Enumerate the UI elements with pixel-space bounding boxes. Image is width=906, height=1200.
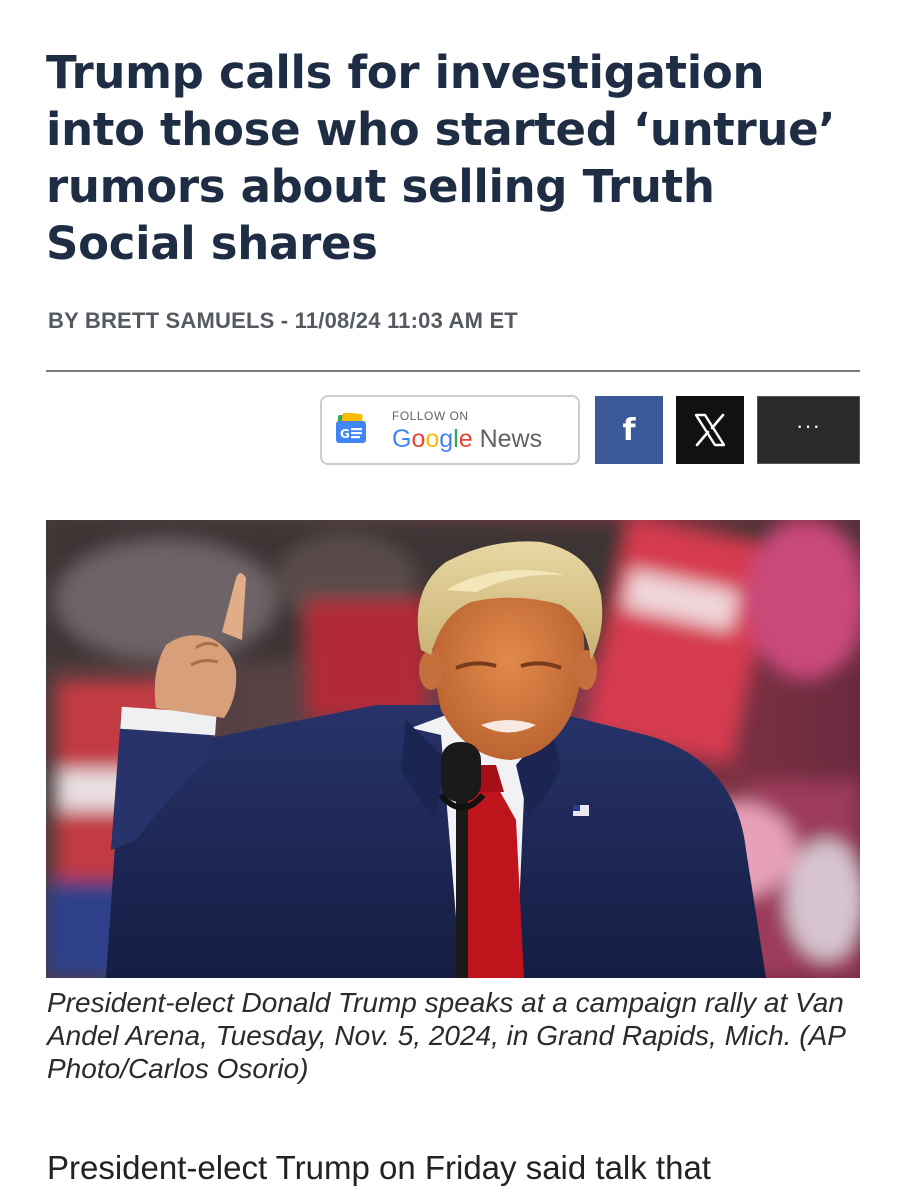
google-news-icon: G	[336, 413, 366, 443]
brand-letter: G	[392, 425, 412, 453]
more-share-options-button[interactable]: ···	[757, 396, 860, 464]
brand-letter: g	[439, 425, 454, 453]
article-photo	[46, 520, 860, 978]
photo-caption: President-elect Donald Trump speaks at a…	[47, 987, 845, 1084]
facebook-icon: f	[622, 412, 636, 448]
brand-letter: o	[411, 425, 426, 453]
google-news-label: Google News	[392, 425, 542, 454]
article-body-paragraph: President-elect Trump on Friday said tal…	[47, 1149, 711, 1186]
article-headline: Trump calls for investigation into those…	[46, 46, 836, 270]
facebook-share-button[interactable]: f	[595, 396, 663, 464]
rally-photo-illustration	[46, 520, 860, 978]
brand-news-word: News	[472, 425, 543, 453]
svg-text:G: G	[340, 427, 350, 441]
more-dots-icon: ···	[796, 413, 821, 438]
follow-google-news-button[interactable]: G FOLLOW ON Google News	[320, 395, 580, 465]
article-byline: BY BRETT SAMUELS - 11/08/24 11:03 AM ET	[48, 308, 518, 333]
x-share-button[interactable]	[676, 396, 744, 464]
x-logo-icon	[694, 413, 726, 447]
brand-letter: o	[425, 425, 440, 453]
divider	[46, 370, 860, 372]
follow-on-label: FOLLOW ON	[392, 409, 469, 423]
brand-letter: e	[458, 425, 473, 453]
